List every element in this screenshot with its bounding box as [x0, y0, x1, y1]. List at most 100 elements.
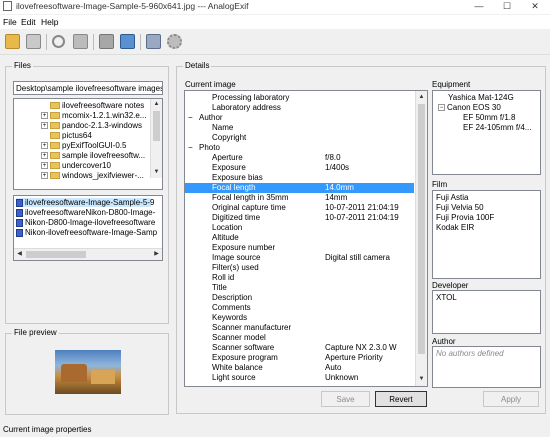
scroll-down-icon[interactable]: ▼ [152, 168, 161, 177]
tree-item[interactable]: + undercover10 [41, 161, 111, 170]
list-item[interactable]: ilovefreesoftwareNikon-D800-Image- [16, 208, 155, 217]
equipment-tree[interactable]: Yashica Mat-124G − Canon EOS 30 EF 50mm f… [432, 90, 541, 175]
property-row[interactable]: Digitized time 10-07-2011 21:04:19 [185, 213, 414, 223]
property-row[interactable]: Processing laboratory [185, 93, 414, 103]
property-row[interactable]: − Author [185, 113, 414, 123]
property-value[interactable]: Aperture Priority [325, 353, 383, 362]
edit-tags-icon[interactable] [146, 34, 161, 49]
property-row[interactable]: Exposure bias [185, 173, 414, 183]
tree-item[interactable]: + mcomix-1.2.1.win32.e... [41, 111, 146, 120]
property-row[interactable]: Focal length 14.0mm [185, 183, 414, 193]
scroll-right-icon[interactable]: ▶ [152, 250, 161, 259]
equipment-item[interactable]: EF 24-105mm f/4... [463, 123, 531, 132]
properties-vertical-scrollbar[interactable]: ▲ ▼ [415, 91, 427, 386]
equipment-item[interactable]: Yashica Mat-124G [448, 93, 514, 102]
property-value[interactable]: 10-07-2011 21:04:19 [325, 213, 399, 222]
film-list[interactable]: Fuji Astia Fuji Velvia 50 Fuji Provia 10… [432, 190, 541, 279]
property-row[interactable]: Light source Unknown [185, 373, 414, 383]
expand-icon[interactable]: + [41, 152, 48, 160]
property-value[interactable]: 1/400s [325, 163, 349, 172]
property-row[interactable]: White balance Auto [185, 363, 414, 373]
property-row[interactable]: Comments [185, 303, 414, 313]
expand-icon[interactable]: + [41, 172, 48, 180]
list-horizontal-scrollbar[interactable]: ◀ ▶ [14, 248, 162, 260]
scroll-thumb[interactable] [26, 251, 86, 258]
property-row[interactable]: Exposure program Aperture Priority [185, 353, 414, 363]
properties-tree[interactable]: Processing laboratory Laboratory address −… [184, 90, 428, 387]
property-row[interactable]: Focal length in 35mm 14mm [185, 193, 414, 203]
equipment-item[interactable]: − Canon EOS 30 [438, 103, 501, 112]
menu-edit[interactable]: Edit [21, 17, 36, 27]
film-item[interactable]: Kodak EIR [436, 223, 474, 232]
collapse-icon[interactable]: − [188, 143, 193, 152]
path-field[interactable]: Desktop\sample ilovefreesoftware images [13, 81, 163, 95]
tree-item[interactable]: + windows_jexifviewer-... [41, 171, 144, 180]
scroll-up-icon[interactable]: ▲ [152, 100, 161, 109]
tree-item[interactable]: + pandoc-2.1.3-windows [41, 121, 142, 130]
apply-button[interactable]: Apply [483, 391, 539, 407]
property-row[interactable]: − Photo [185, 143, 414, 153]
property-value[interactable]: 14.0mm [325, 183, 354, 192]
menu-help[interactable]: Help [41, 17, 58, 27]
close-button[interactable]: ✕ [521, 0, 549, 14]
scroll-up-icon[interactable]: ▲ [417, 93, 426, 102]
film-item[interactable]: Fuji Astia [436, 193, 468, 202]
list-item[interactable]: Nikon-D800-Image-ilovefreesoftware [16, 218, 155, 227]
file-list[interactable]: ilovefreesoftware-Image-Sample-5-9 ilove… [13, 195, 163, 261]
property-value[interactable]: Capture NX 2.3.0 W [325, 343, 397, 352]
scroll-thumb[interactable] [418, 104, 425, 354]
settings-gear-icon[interactable] [167, 34, 182, 49]
tree-item[interactable]: pictus64 [50, 131, 92, 140]
folder-tree[interactable]: ilovefreesoftware notes + mcomix-1.2.1.wi… [13, 98, 163, 190]
maximize-button[interactable]: ☐ [493, 0, 521, 14]
tree-item[interactable]: + pyExifToolGUI-0.5 [41, 141, 126, 150]
redo-icon[interactable] [73, 34, 88, 49]
property-row[interactable]: Scanner manufacturer [185, 323, 414, 333]
expand-icon[interactable]: + [41, 112, 48, 120]
property-row[interactable]: Scanner software Capture NX 2.3.0 W [185, 343, 414, 353]
property-row[interactable]: Original capture time 10-07-2011 21:04:19 [185, 203, 414, 213]
property-row[interactable]: Copyright [185, 133, 414, 143]
property-row[interactable]: Scanner model [185, 333, 414, 343]
list-item[interactable]: ilovefreesoftware-Image-Sample-5-9 [16, 198, 154, 207]
property-value[interactable]: Auto [325, 363, 341, 372]
scroll-thumb[interactable] [153, 111, 160, 141]
property-row[interactable]: Title [185, 283, 414, 293]
tree-vertical-scrollbar[interactable]: ▲ ▼ [150, 99, 162, 178]
list-item[interactable]: Nikon-ilovefreesoftware-Image-Samp [16, 228, 157, 237]
property-row[interactable]: Name [185, 123, 414, 133]
tree-item[interactable]: + sample ilovefreesoftw... [41, 151, 145, 160]
menu-file[interactable]: File [3, 17, 17, 27]
film-item[interactable]: Fuji Velvia 50 [436, 203, 484, 212]
property-value[interactable]: 10-07-2011 21:04:19 [325, 203, 399, 212]
author-list[interactable]: No authors defined [432, 346, 541, 388]
property-row[interactable]: Altitude [185, 233, 414, 243]
collapse-icon[interactable]: − [438, 104, 445, 112]
property-row[interactable]: Aperture f/8.0 [185, 153, 414, 163]
developer-list[interactable]: XTOL [432, 290, 541, 334]
save-icon[interactable] [26, 34, 41, 49]
property-value[interactable]: Unknown [325, 373, 358, 382]
collapse-icon[interactable]: − [188, 113, 193, 122]
property-row[interactable]: Roll id [185, 273, 414, 283]
property-row[interactable]: Exposure number [185, 243, 414, 253]
property-row[interactable]: Filter(s) used [185, 263, 414, 273]
scroll-left-icon[interactable]: ◀ [15, 250, 24, 259]
equipment-item[interactable]: EF 50mm f/1.8 [463, 113, 515, 122]
property-value[interactable]: 14mm [325, 193, 347, 202]
next-image-icon[interactable] [120, 34, 135, 49]
copy-metadata-icon[interactable] [99, 34, 114, 49]
expand-icon[interactable]: + [41, 142, 48, 150]
property-row[interactable]: Laboratory address [185, 103, 414, 113]
property-row[interactable]: Description [185, 293, 414, 303]
expand-icon[interactable]: + [41, 122, 48, 130]
property-value[interactable]: Digital still camera [325, 253, 390, 262]
film-item[interactable]: Fuji Provia 100F [436, 213, 494, 222]
revert-button[interactable]: Revert [375, 391, 427, 407]
open-folder-icon[interactable] [5, 34, 20, 49]
minimize-button[interactable]: — [465, 0, 493, 14]
undo-icon[interactable] [52, 35, 65, 48]
scroll-down-icon[interactable]: ▼ [417, 375, 426, 384]
property-value[interactable]: f/8.0 [325, 153, 341, 162]
save-button[interactable]: Save [321, 391, 370, 407]
